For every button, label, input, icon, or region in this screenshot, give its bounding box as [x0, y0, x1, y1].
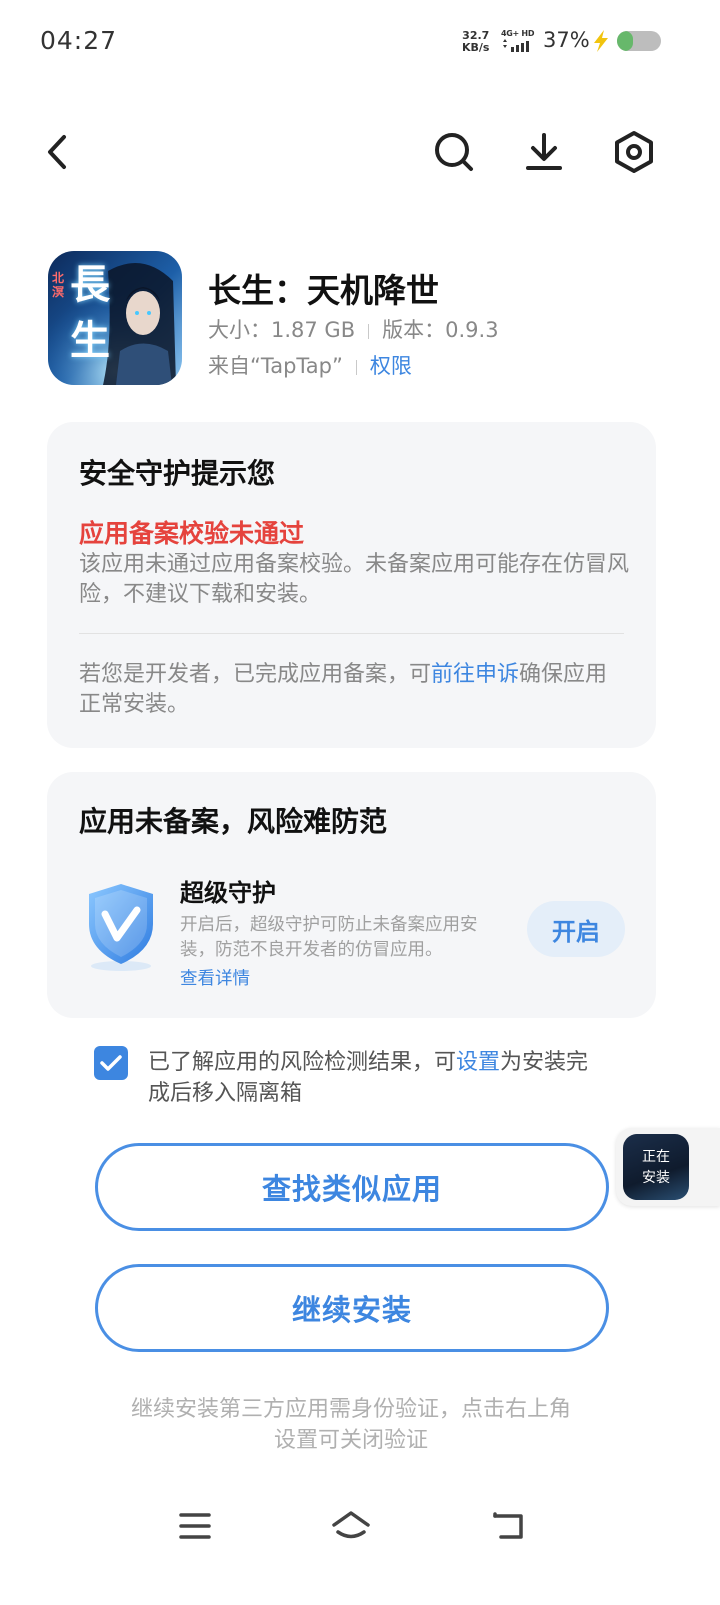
app-source: 来自“TapTap”: [208, 354, 343, 378]
warning-headline: 应用备案校验未通过: [79, 519, 305, 548]
installing-label-line1: 正在: [642, 1149, 670, 1165]
search-button[interactable]: [430, 128, 478, 176]
settings-link[interactable]: 设置: [456, 1050, 500, 1075]
protection-card-title: 应用未备案，风险难防范: [79, 805, 388, 838]
menu-icon: [179, 1513, 211, 1539]
app-name: 长生：天机降世: [208, 271, 439, 310]
network-speed: 32.7 KB/s: [462, 30, 489, 54]
app-source-row: 来自“TapTap” 权限: [208, 350, 412, 380]
warning-title: 安全守护提示您: [79, 457, 276, 490]
footer-note: 继续安装第三方应用需身份验证，点击右上角设置可关闭验证: [130, 1397, 571, 1453]
battery-fill: [617, 31, 634, 51]
continue-install-button[interactable]: 继续安装: [95, 1264, 609, 1352]
installing-app-thumbnail: 正在 安装: [623, 1134, 689, 1200]
installing-floating-widget[interactable]: 正在 安装: [616, 1128, 720, 1206]
battery-icon: [617, 31, 661, 51]
app-meta-row: 大小：1.87 GB 版本：0.9.3: [208, 314, 499, 344]
installing-label-line2: 安装: [642, 1170, 670, 1186]
developer-note: 若您是开发者，已完成应用备案，可前往申诉确保应用正常安装。: [79, 660, 629, 720]
network-type: 4G+ HD: [501, 29, 535, 38]
search-icon: [435, 133, 473, 171]
system-menu-button[interactable]: [165, 1504, 225, 1548]
divider: [79, 633, 624, 634]
battery-percentage: 37%: [543, 28, 590, 52]
app-icon-tag: 北溟: [52, 271, 65, 299]
developer-note-prefix: 若您是开发者，已完成应用备案，可: [79, 662, 432, 687]
security-warning-card: 安全守护提示您 应用备案校验未通过 该应用未通过应用备案校验。未备案应用可能存在…: [47, 422, 656, 748]
download-button[interactable]: [520, 128, 568, 176]
view-details-link[interactable]: 查看详情: [180, 965, 250, 990]
protection-description: 开启后，超级守护可防止未备案应用安装，防范不良开发者的仿冒应用。: [180, 915, 478, 960]
installing-label: 正在 安装: [623, 1147, 689, 1189]
settings-button[interactable]: [610, 128, 658, 176]
home-icon: [332, 1511, 370, 1539]
permissions-link[interactable]: 权限: [370, 354, 412, 378]
app-icon-title: 長生: [70, 261, 110, 364]
back-button[interactable]: [34, 128, 82, 176]
app-size: 大小：1.87 GB: [208, 318, 356, 342]
acknowledge-checkbox[interactable]: [94, 1046, 128, 1080]
protection-name: 超级守护: [180, 879, 276, 907]
enable-protection-button[interactable]: 开启: [527, 901, 625, 957]
app-icon: 北溟 長生: [48, 251, 182, 385]
network-speed-unit: KB/s: [462, 41, 490, 54]
hexagon-settings-icon: [615, 131, 653, 173]
signal-icon: 4G+ HD: [501, 29, 537, 53]
warning-description: 该应用未通过应用备案校验。未备案应用可能存在仿冒风险，不建议下载和安装。: [79, 552, 630, 607]
checkmark-icon: [100, 1055, 122, 1071]
app-version: 版本：0.9.3: [382, 318, 499, 342]
status-time: 04:27: [40, 26, 118, 55]
shield-v-icon: [81, 880, 161, 972]
find-similar-apps-button[interactable]: 查找类似应用: [95, 1143, 609, 1231]
meta-separator: [368, 323, 370, 339]
acknowledge-text: 已了解应用的风险检测结果，可设置为安装完成后移入隔离箱: [148, 1047, 608, 1109]
charging-bolt-icon: [589, 29, 613, 53]
appeal-link[interactable]: 前往申诉: [431, 662, 519, 687]
meta-separator: [355, 359, 357, 375]
acknowledge-prefix: 已了解应用的风险检测结果，可: [148, 1050, 457, 1075]
back-icon: [493, 1512, 523, 1539]
system-home-button[interactable]: [321, 1504, 381, 1548]
system-back-button[interactable]: [478, 1504, 538, 1548]
super-protection-card: 应用未备案，风险难防范 超级守护 开启后，超级守护可防止未备案应用安装，防范不良…: [47, 772, 656, 1018]
chevron-left-icon: [48, 135, 66, 169]
download-icon: [526, 133, 562, 170]
